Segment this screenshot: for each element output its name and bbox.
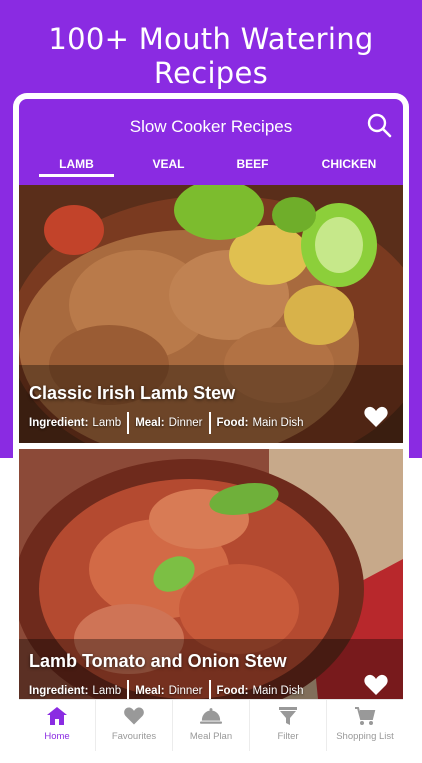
nav-favourites[interactable]: Favourites <box>96 700 173 751</box>
nav-home[interactable]: Home <box>19 700 96 751</box>
page-title: Slow Cooker Recipes <box>129 117 293 136</box>
meta-divider <box>208 412 211 434</box>
meal-label: Meal: <box>135 685 165 697</box>
heart-icon <box>124 707 144 725</box>
nav-label: Filter <box>277 731 299 742</box>
food-value: Main Dish <box>252 685 304 697</box>
nav-shopping-list[interactable]: Shopping List <box>327 700 403 751</box>
meal-value: Dinner <box>168 417 203 429</box>
category-tabs: LAMB VEAL BEEF CHICKEN <box>19 149 403 185</box>
home-icon <box>47 707 67 725</box>
recipe-title: Lamb Tomato and Onion Stew <box>29 651 287 671</box>
search-icon[interactable] <box>365 111 393 139</box>
tab-beef[interactable]: BEEF <box>215 155 290 179</box>
filter-icon <box>279 707 297 725</box>
bottom-nav: Home Favourites Meal Plan Filter Shoppin… <box>19 699 403 751</box>
meal-label: Meal: <box>135 417 165 429</box>
nav-label: Home <box>44 731 70 742</box>
ingredient-value: Lamb <box>92 685 122 697</box>
cart-icon <box>355 707 376 725</box>
nav-label: Favourites <box>111 731 157 742</box>
recipe-meta: Ingredient: Lamb Meal: Dinner Food: Main… <box>29 411 304 435</box>
active-tab-indicator <box>39 174 114 177</box>
recipe-card[interactable]: Lamb Tomato and Onion Stew Ingredient: L… <box>19 449 403 709</box>
food-value: Main Dish <box>252 417 304 429</box>
ingredient-value: Lamb <box>92 417 122 429</box>
ingredient-label: Ingredient: <box>29 417 89 429</box>
app-bar: Slow Cooker Recipes LAMB VEAL BEEF CHICK… <box>19 99 403 185</box>
nav-label: Shopping List <box>336 731 394 742</box>
promo-title: 100+ Mouth Watering Recipes <box>48 22 374 90</box>
recipe-image-lamb-stew <box>19 185 403 443</box>
heart-icon[interactable] <box>363 673 389 697</box>
meta-divider <box>127 412 130 434</box>
nav-meal-plan[interactable]: Meal Plan <box>173 700 250 751</box>
phone-frame: Slow Cooker Recipes LAMB VEAL BEEF CHICK… <box>13 93 409 763</box>
nav-label: Meal Plan <box>189 731 233 742</box>
tab-chicken[interactable]: CHICKEN <box>304 155 394 179</box>
nav-filter[interactable]: Filter <box>250 700 327 751</box>
food-label: Food: <box>216 685 249 697</box>
recipe-card[interactable]: Classic Irish Lamb Stew Ingredient: Lamb… <box>19 185 403 443</box>
heart-icon[interactable] <box>363 405 389 429</box>
tab-veal[interactable]: VEAL <box>131 155 206 179</box>
meal-value: Dinner <box>168 685 203 697</box>
cloche-icon <box>200 708 222 724</box>
food-label: Food: <box>216 417 249 429</box>
recipe-title: Classic Irish Lamb Stew <box>29 383 236 403</box>
ingredient-label: Ingredient: <box>29 685 89 697</box>
